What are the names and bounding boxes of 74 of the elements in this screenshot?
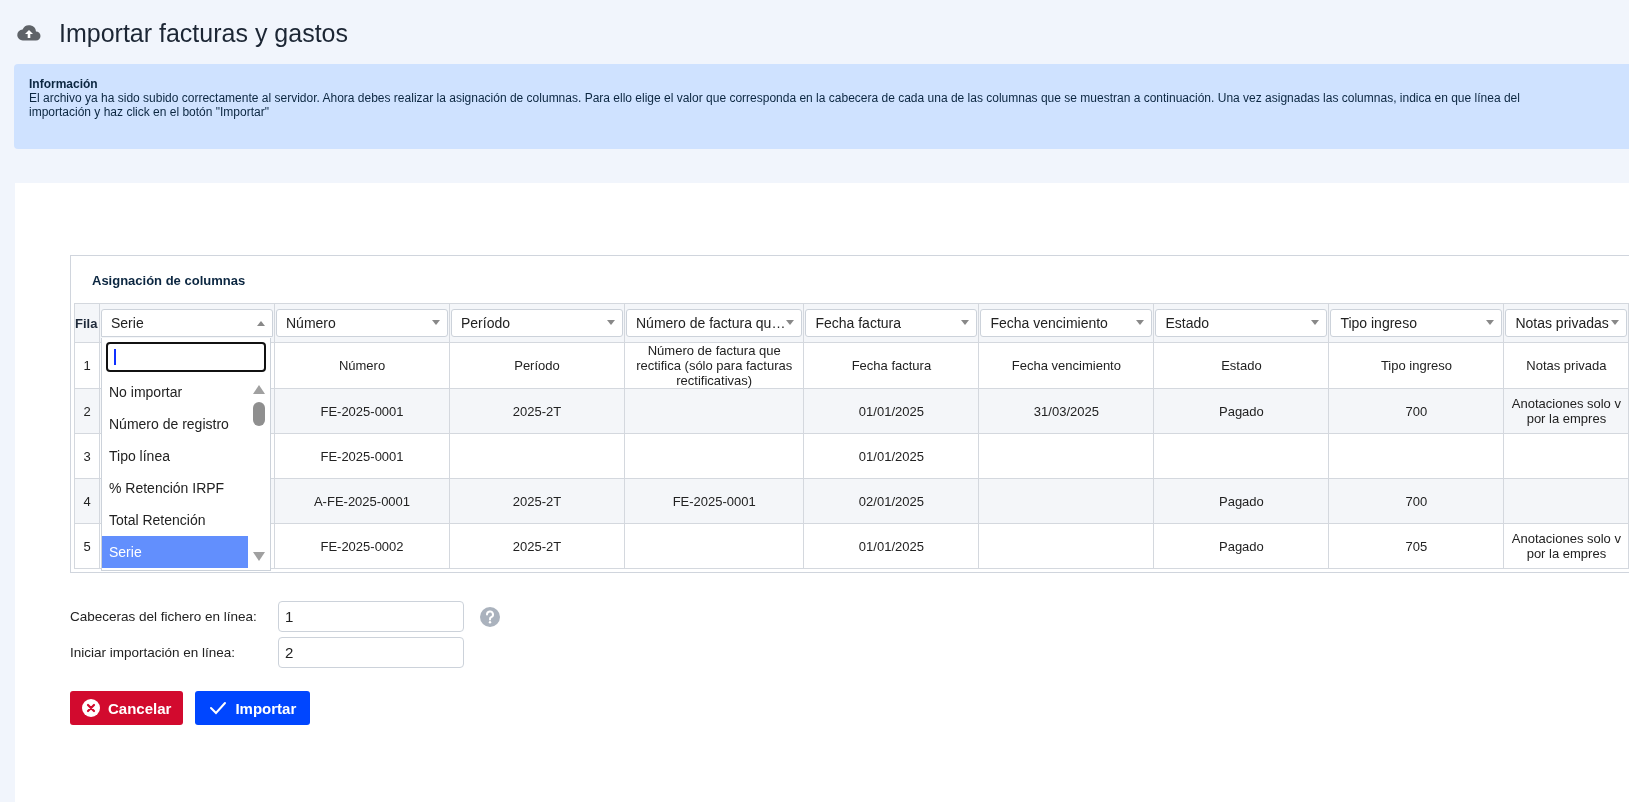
column-select[interactable]: Número de factura qu… — [626, 309, 803, 337]
scroll-up-icon — [252, 384, 266, 394]
caret-icon — [785, 320, 796, 326]
cancel-button[interactable]: Cancelar — [70, 691, 184, 725]
field-label: Cabeceras del fichero en línea: — [70, 609, 258, 624]
caret-icon — [1135, 320, 1146, 326]
close-icon — [82, 699, 100, 717]
dropdown-option[interactable]: Total Retención — [102, 504, 248, 536]
table-cell: Fecha factura — [803, 342, 979, 389]
table-cell: 01/01/2025 — [803, 523, 979, 569]
table-cell: 700 — [1328, 478, 1504, 524]
row-number: 4 — [74, 478, 100, 524]
column-select[interactable]: Número — [276, 309, 448, 337]
scroll-thumb[interactable] — [253, 402, 265, 426]
input-field[interactable]: 1 — [278, 601, 464, 632]
caret-icon — [1485, 320, 1496, 326]
table-cell: 705 — [1328, 523, 1504, 569]
table-cell: A-FE-2025-0001 — [274, 478, 450, 524]
table-cell: FE-2025-0002 — [274, 523, 450, 569]
scroll-down-icon — [252, 552, 266, 562]
table-cell: Estado — [1153, 342, 1329, 389]
dropdown-option[interactable]: Número de registro — [102, 408, 248, 440]
dropdown-option[interactable]: No importar — [102, 376, 248, 408]
search-field[interactable] — [106, 342, 266, 372]
column-select[interactable]: Serie — [101, 309, 273, 337]
caret-icon — [256, 320, 266, 326]
table-cell: 01/01/2025 — [803, 433, 979, 479]
dropdown-option[interactable]: % Retención IRPF — [102, 472, 248, 504]
column-select[interactable]: Notas privadas — [1505, 309, 1628, 337]
table-cell: FE-2025-0001 — [274, 433, 450, 479]
table-cell: Número de factura que rectifica (sólo para facturas rectificativas) — [624, 342, 804, 389]
caret-icon — [960, 320, 971, 326]
info-heading: Información — [29, 77, 99, 91]
table-cell: Notas privada — [1503, 342, 1629, 389]
table-cell: 01/01/2025 — [803, 388, 979, 434]
table-cell: 700 — [1328, 388, 1504, 434]
table-cell: 02/01/2025 — [803, 478, 979, 524]
caret-icon — [606, 320, 616, 326]
table-cell: FE-2025-0001 — [624, 478, 804, 524]
caret-icon — [1610, 320, 1621, 326]
column-select[interactable]: Período — [451, 309, 623, 337]
table-cell: Pagado — [1153, 523, 1329, 569]
table-cell: 2025-2T — [449, 478, 625, 524]
caret-icon — [431, 320, 441, 326]
column-select[interactable]: Estado — [1155, 309, 1328, 337]
import-button[interactable]: Importar — [195, 691, 311, 725]
caret-icon — [1310, 320, 1321, 326]
row-number: 3 — [74, 433, 100, 479]
table-cell: Tipo ingreso — [1328, 342, 1504, 389]
field-label: Iniciar importación en línea: — [70, 645, 237, 660]
check-icon — [209, 699, 228, 717]
row-number: 2 — [74, 388, 100, 434]
info-text: El archivo ya ha sido subido correctamente al servidor. Ahora debes realizar la asignación de columnas. Para ello elige el valor que corresponda en la cabecera de cada una de las columnas que se muestran a continuación. Una vez asignadas las columnas, indica en que línea del importación y haz click en el botón "Importar" — [29, 91, 1521, 119]
table-cell: 2025-2T — [449, 388, 625, 434]
table-cell: FE-2025-0001 — [274, 388, 450, 434]
table-cell: Período — [449, 342, 625, 389]
table-cell: Pagado — [1153, 388, 1329, 434]
panel-title: Asignación de columnas — [91, 272, 247, 290]
table-cell: Fecha vencimiento — [978, 342, 1154, 389]
column-select[interactable]: Fecha vencimiento — [980, 309, 1153, 337]
table-cell: Anotaciones solo v por la empres — [1503, 388, 1629, 434]
column-select[interactable]: Tipo ingreso — [1330, 309, 1503, 337]
page-title: Importar facturas y gastos — [59, 18, 348, 48]
input-field[interactable]: 2 — [278, 637, 464, 668]
table-cell: 31/03/2025 — [978, 388, 1154, 434]
table-cell: Número — [274, 342, 450, 389]
row-number: 5 — [74, 523, 100, 569]
table-cell: Anotaciones solo v por la empres — [1503, 523, 1629, 569]
row-number: 1 — [74, 342, 100, 389]
column-header: Fila — [74, 303, 100, 343]
column-select[interactable]: Fecha factura — [805, 309, 978, 337]
cloud-upload-icon — [17, 23, 41, 43]
table-cell: Pagado — [1153, 478, 1329, 524]
table-cell: 2025-2T — [449, 523, 625, 569]
